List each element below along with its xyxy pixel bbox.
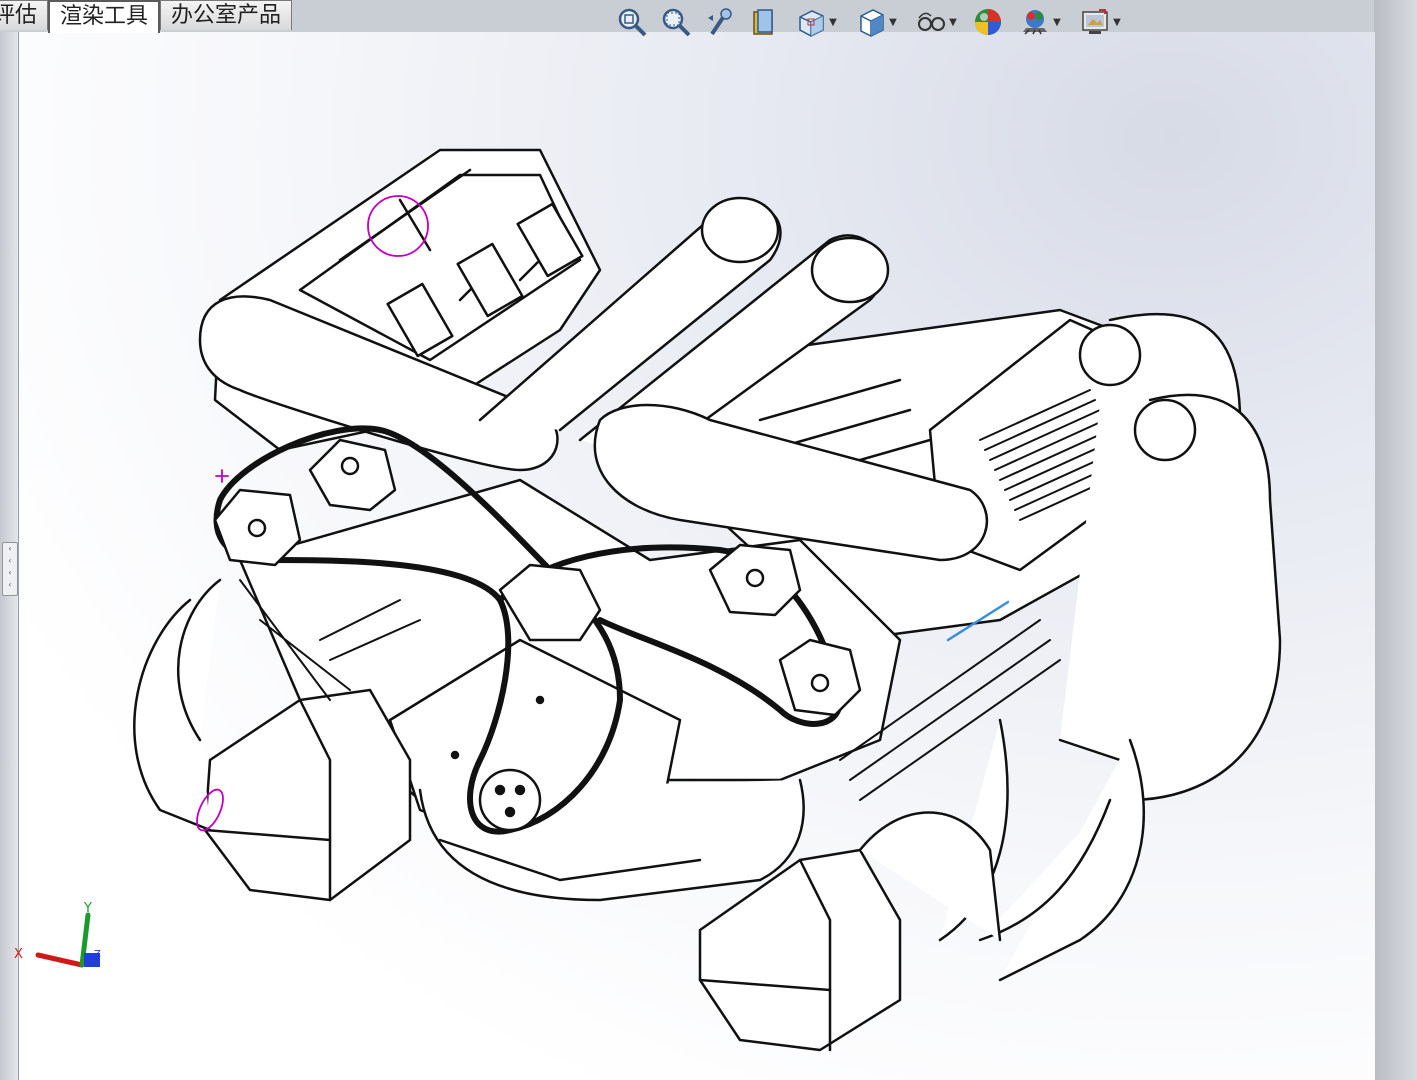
tab-office-products[interactable]: 办公室产品	[160, 0, 293, 30]
hide-show-items-dropdown[interactable]: ▼	[908, 3, 964, 41]
view-settings-dropdown[interactable]: ▼	[1072, 3, 1128, 41]
triad-z-label: Z	[94, 949, 101, 960]
zoom-to-fit-icon	[618, 8, 647, 37]
edit-appearance-button[interactable]	[968, 3, 1008, 41]
engine-model-drawing[interactable]: X Y Z	[0, 0, 1417, 1080]
crank-sprocket	[478, 768, 542, 832]
cam-sprocket-right-lower	[778, 638, 862, 717]
triad-x-label: X	[14, 947, 23, 962]
cam-sprocket-left-upper	[308, 438, 397, 512]
section-view-button[interactable]	[744, 3, 784, 41]
view-settings-icon	[1082, 9, 1108, 34]
oil-pan[interactable]	[418, 778, 805, 902]
triad-y-label: Y	[83, 901, 92, 916]
view-orientation-dropdown[interactable]: ▼	[788, 3, 844, 41]
apply-scene-icon	[1023, 10, 1048, 35]
tab-render-tools[interactable]: 渲染工具	[48, 0, 161, 33]
tab-evaluate[interactable]: 评估	[0, 0, 49, 30]
section-view-icon	[753, 9, 773, 35]
view-orientation-icon	[799, 10, 824, 37]
heads-up-view-toolbar: ▼ ▼ ▼ ▼ ▼	[612, 2, 1128, 42]
command-manager-tabs: 评估 渲染工具 办公室产品	[0, 0, 293, 33]
zoom-to-fit-button[interactable]	[612, 3, 652, 41]
zoom-to-area-icon	[662, 8, 691, 37]
edit-appearance-icon	[975, 9, 1001, 35]
coordinate-triad: X Y Z	[14, 901, 101, 968]
previous-view-button[interactable]	[700, 3, 740, 41]
zoom-to-area-button[interactable]	[656, 3, 696, 41]
display-style-icon	[860, 9, 884, 37]
hide-show-items-icon	[918, 12, 946, 31]
display-style-dropdown[interactable]: ▼	[848, 3, 904, 41]
apply-scene-dropdown[interactable]: ▼	[1012, 3, 1068, 41]
cam-sprocket-left-lower	[213, 488, 302, 567]
previous-view-icon	[708, 8, 732, 36]
